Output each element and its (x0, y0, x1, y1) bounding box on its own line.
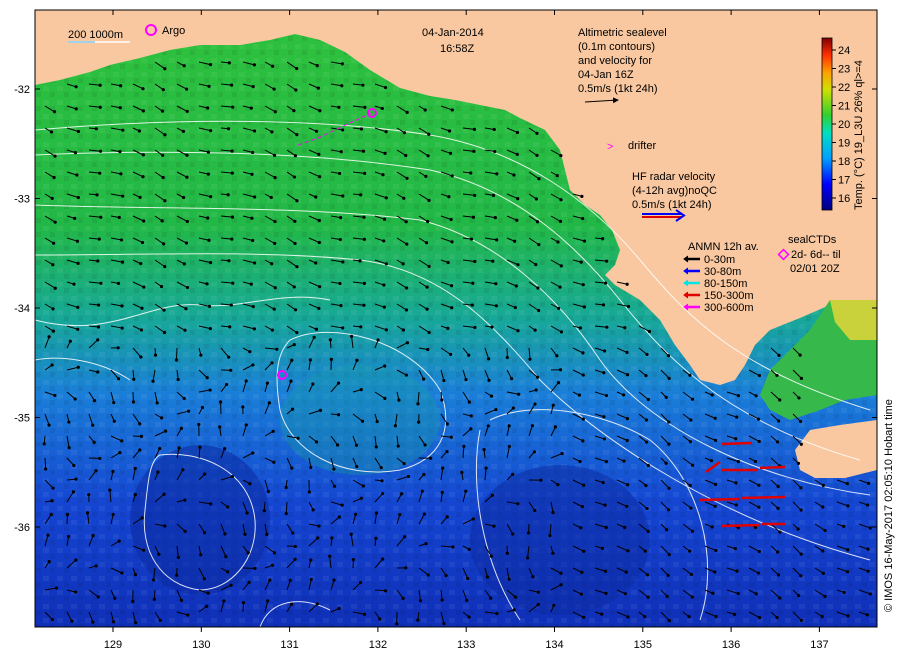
colorbar-tick-label: 17 (838, 175, 850, 187)
x-tick-label: 133 (457, 639, 475, 651)
map-time: 16:58Z (440, 43, 475, 55)
svg-text:HF radar velocity: HF radar velocity (632, 171, 716, 183)
colorbar-tick-label: 24 (838, 45, 850, 57)
x-tick-label: 129 (104, 639, 122, 651)
temperature-colorbar: 24 23 22 21 20 19 18 17 16 Temp. (°C) 19_L3U 26%… (821, 37, 865, 211)
y-tick-label: -32 (14, 84, 30, 96)
isobath-legend-label: 200 1000m (68, 29, 123, 41)
x-tick-label: 134 (545, 639, 563, 651)
imos-credit: © IMOS 16-May-2017 02:05:10 Hobart time (883, 399, 895, 612)
colorbar-tick-label: 20 (838, 119, 850, 131)
svg-text:04-Jan 16Z: 04-Jan 16Z (578, 69, 634, 81)
svg-text:0.5m/s (1kt 24h): 0.5m/s (1kt 24h) (632, 199, 711, 211)
anmn-legend-item: 80-150m (704, 278, 747, 290)
colorbar-tick-label: 23 (838, 64, 850, 76)
colorbar-tick-label: 18 (838, 156, 850, 168)
svg-text:sealCTDs: sealCTDs (788, 234, 837, 246)
anmn-legend-item: 300-600m (704, 302, 754, 314)
x-tick-label: 135 (634, 639, 652, 651)
anmn-legend-item: 150-300m (704, 290, 754, 302)
anmn-legend-item: 30-80m (704, 266, 741, 278)
x-tick-label: 130 (192, 639, 210, 651)
svg-text:0.5m/s (1kt 24h): 0.5m/s (1kt 24h) (578, 83, 657, 95)
colorbar-tick-label: 22 (838, 82, 850, 94)
y-tick-label: -34 (14, 303, 30, 315)
colorbar-tick-label: 19 (838, 138, 850, 150)
svg-text:Altimetric sealevel: Altimetric sealevel (578, 27, 667, 39)
anmn-legend-title: ANMN 12h av. (688, 241, 759, 253)
colorbar-tick-label: 21 (838, 101, 850, 113)
x-tick-label: 132 (369, 639, 387, 651)
drifter-legend-icon: > (607, 141, 613, 153)
y-tick-label: -33 (14, 194, 30, 206)
drifter-legend-label: drifter (628, 140, 656, 152)
x-tick-label: 131 (280, 639, 298, 651)
map-date: 04-Jan-2014 (422, 27, 484, 39)
ocean-map: 200 1000m Argo 04-Jan-2014 16:58Z Altime… (14, 9, 895, 651)
y-tick-label: -36 (14, 522, 30, 534)
x-tick-label: 137 (810, 639, 828, 651)
y-tick-label: -35 (14, 413, 30, 425)
svg-text:(0.1m contours): (0.1m contours) (578, 41, 655, 53)
svg-text:(4-12h avg)noQC: (4-12h avg)noQC (632, 185, 717, 197)
argo-legend-label: Argo (162, 25, 185, 37)
svg-text:02/01 20Z: 02/01 20Z (790, 263, 840, 275)
colorbar-tick-label: 16 (838, 193, 850, 205)
x-tick-label: 136 (722, 639, 740, 651)
svg-text:and velocity for: and velocity for (578, 55, 652, 67)
anmn-legend-item: 0-30m (704, 254, 735, 266)
svg-text:2d- 6d-- til: 2d- 6d-- til (791, 249, 841, 261)
colorbar-title: Temp. (°C) 19_L3U 26% ql>=4 (853, 60, 865, 210)
